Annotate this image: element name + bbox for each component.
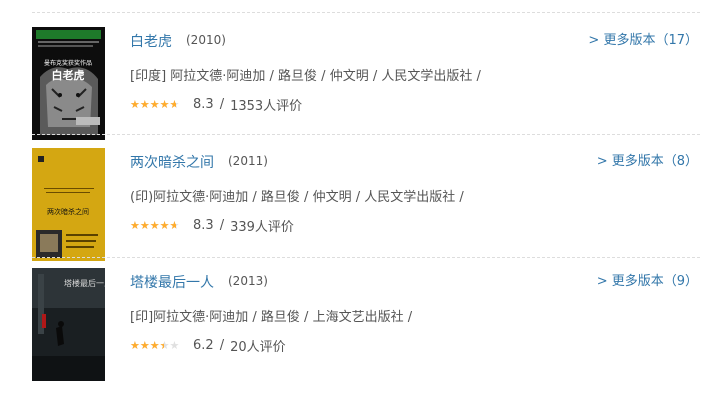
star-rating-icon: ★★★★★ ★★★★★	[130, 98, 180, 111]
rating-count: 339人评价	[230, 220, 294, 235]
rating-score: 8.3	[193, 218, 214, 233]
divider	[32, 134, 700, 135]
cover-title: 两次暗杀之间	[47, 207, 89, 216]
more-versions-link[interactable]: > 更多版本（17）	[588, 29, 698, 48]
book-meta: (印)阿拉文德·阿迪加 / 路旦俊 / 仲文明 / 人民文学出版社 /	[130, 190, 464, 205]
book-meta: [印度] 阿拉文德·阿迪加 / 路旦俊 / 仲文明 / 人民文学出版社 /	[130, 69, 481, 84]
book-cover[interactable]: 两次暗杀之间	[32, 148, 105, 261]
book-cover[interactable]: 塔楼最后一人	[32, 268, 105, 381]
more-versions-link[interactable]: > 更多版本（8）	[597, 150, 698, 169]
list-item: 塔楼最后一人 塔楼最后一人 (2013) > 更多版本（9） [印]阿拉文德·阿…	[0, 268, 720, 386]
list-item: 两次暗杀之间 两次暗杀之间 (2011) > 更多版本（8） (印)阿拉文德·阿…	[0, 148, 720, 266]
rating-count: 20人评价	[230, 340, 286, 355]
book-title-link[interactable]: 两次暗杀之间	[130, 152, 214, 172]
divider	[32, 12, 700, 13]
rating-count: 1353人评价	[230, 99, 303, 114]
rating-row: ★★★★★ ★★★★★ 8.3 / 339人评价	[130, 216, 294, 235]
book-year: (2011)	[228, 154, 268, 168]
divider	[32, 257, 700, 258]
rating-row: ★★★★★ ★★★★★ 6.2 / 20人评价	[130, 336, 286, 355]
book-meta: [印]阿拉文德·阿迪加 / 路旦俊 / 上海文艺出版社 /	[130, 310, 413, 325]
rating-score: 6.2	[193, 338, 214, 353]
star-rating-icon: ★★★★★ ★★★★★	[130, 219, 180, 232]
book-title-link[interactable]: 塔楼最后一人	[130, 272, 214, 292]
rating-score: 8.3	[193, 97, 214, 112]
book-year: (2013)	[228, 274, 268, 288]
book-title-link[interactable]: 白老虎	[130, 31, 172, 51]
star-rating-icon: ★★★★★ ★★★★★	[130, 339, 180, 352]
book-cover[interactable]: 曼布克奖获奖作品 白老虎	[32, 27, 105, 140]
rating-row: ★★★★★ ★★★★★ 8.3 / 1353人评价	[130, 95, 302, 114]
book-year: (2010)	[186, 33, 226, 47]
more-versions-link[interactable]: > 更多版本（9）	[597, 270, 698, 289]
list-item: 曼布克奖获奖作品 白老虎 白老虎 (2010) > 更多版本（17） [印度] …	[0, 27, 720, 145]
rating-separator: /	[219, 338, 225, 353]
cover-subtitle: 曼布克奖获奖作品	[44, 59, 92, 67]
rating-separator: /	[219, 97, 225, 112]
cover-title: 塔楼最后一人	[64, 278, 105, 288]
rating-separator: /	[219, 218, 225, 233]
book-list: 曼布克奖获奖作品 白老虎 白老虎 (2010) > 更多版本（17） [印度] …	[0, 0, 720, 402]
cover-title: 白老虎	[52, 68, 85, 82]
